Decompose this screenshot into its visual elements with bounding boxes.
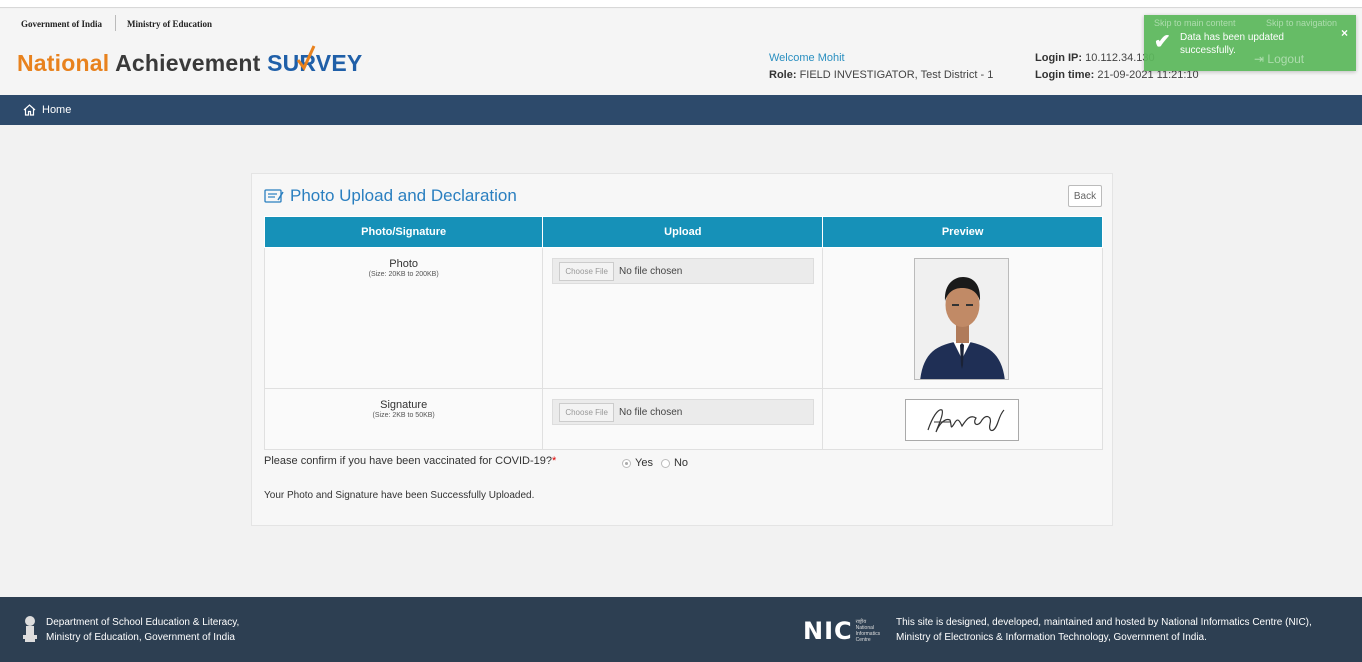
panel-title: Photo Upload and Declaration bbox=[264, 186, 517, 206]
nav-home[interactable]: Home bbox=[23, 104, 71, 116]
photo-label: Photo bbox=[389, 258, 419, 270]
photo-file-input[interactable]: Choose File No file chosen bbox=[552, 258, 815, 284]
nas-logo[interactable]: National Achievement SURVEY bbox=[17, 45, 362, 77]
back-button[interactable]: Back bbox=[1068, 185, 1102, 207]
national-emblem-icon bbox=[23, 616, 37, 642]
form-icon bbox=[264, 189, 284, 203]
upload-table: Photo/Signature Upload Preview Photo (Si… bbox=[263, 216, 1103, 450]
signature-label: Signature bbox=[380, 399, 428, 411]
skip-main-link[interactable]: Skip to main content bbox=[1154, 18, 1236, 28]
covid-yes-radio[interactable] bbox=[622, 458, 631, 468]
covid-question: Please confirm if you have been vaccinat… bbox=[264, 455, 556, 467]
required-marker: * bbox=[551, 455, 557, 467]
table-row-signature: Signature (Size: 2KB to 50KB) Choose Fil… bbox=[263, 388, 1103, 450]
signature-preview-cell bbox=[822, 388, 1103, 450]
column-header: Photo/Signature bbox=[263, 216, 544, 248]
person-photo-icon bbox=[915, 259, 1009, 379]
photo-choose-file-button[interactable]: Choose File bbox=[559, 261, 614, 281]
photo-upload-cell: Choose File No file chosen bbox=[542, 247, 824, 389]
close-icon[interactable]: × bbox=[1341, 26, 1348, 40]
nav-home-label: Home bbox=[42, 104, 72, 116]
signature-upload-cell: Choose File No file chosen bbox=[542, 388, 824, 450]
success-toast[interactable]: Skip to main content Skip to navigation … bbox=[1144, 15, 1356, 71]
footer-right-line1: This site is designed, developed, mainta… bbox=[896, 617, 1312, 628]
photo-preview-cell bbox=[822, 247, 1103, 389]
welcome-text: Welcome Mohit bbox=[769, 52, 845, 64]
login-ip-label: Login IP: bbox=[1035, 52, 1083, 64]
signature-choose-file-button[interactable]: Choose File bbox=[559, 402, 614, 422]
login-time-label: Login time: bbox=[1035, 69, 1095, 81]
gov-bar-divider bbox=[115, 15, 116, 31]
table-row-photo: Photo (Size: 20KB to 200KB) Choose File … bbox=[263, 247, 1103, 389]
covid-no-radio[interactable] bbox=[660, 458, 670, 468]
footer-department: Department of School Education & Literac… bbox=[46, 615, 239, 645]
signature-image bbox=[927, 409, 1005, 433]
skip-nav-link[interactable]: Skip to navigation bbox=[1266, 18, 1337, 28]
logo-national: National bbox=[17, 50, 110, 76]
nic-logo-text: NIC bbox=[803, 617, 853, 645]
user-role: Role: FIELD INVESTIGATOR, Test District … bbox=[769, 69, 993, 81]
column-header: Upload bbox=[542, 216, 824, 248]
site-footer: Department of School Education & Literac… bbox=[0, 597, 1362, 662]
top-strip bbox=[0, 0, 1362, 8]
logout-label: Logout bbox=[1267, 52, 1305, 66]
photo-label-cell: Photo (Size: 20KB to 200KB) bbox=[263, 247, 544, 389]
home-icon bbox=[23, 104, 36, 116]
photo-size-hint: (Size: 20KB to 200KB) bbox=[368, 271, 439, 278]
photo-upload-panel: Photo Upload and Declaration Back Photo/… bbox=[251, 173, 1113, 526]
footer-nic-credit: This site is designed, developed, mainta… bbox=[896, 615, 1312, 645]
photo-file-status: No file chosen bbox=[619, 265, 683, 277]
table-header-row: Photo/Signature Upload Preview bbox=[263, 216, 1103, 248]
nic-logo[interactable]: NIC राष्ट्रीय National Informatics Centr… bbox=[803, 617, 882, 645]
signature-size-hint: (Size: 2KB to 50KB) bbox=[372, 412, 435, 419]
login-ip: Login IP: 10.112.34.130 bbox=[1035, 52, 1155, 64]
covid-yes-label[interactable]: Yes bbox=[635, 457, 653, 469]
logout-button[interactable]: ⇥ Logout bbox=[1254, 52, 1304, 66]
column-header: Preview bbox=[822, 216, 1103, 248]
footer-right-line2: Ministry of Electronics & Information Te… bbox=[896, 632, 1207, 643]
signature-file-input[interactable]: Choose File No file chosen bbox=[552, 399, 815, 425]
covid-no-label[interactable]: No bbox=[674, 457, 688, 469]
main-navbar: Home bbox=[0, 95, 1362, 125]
check-icon: ✔ bbox=[1154, 31, 1171, 53]
gov-india-link[interactable]: Government of India bbox=[21, 19, 102, 29]
footer-left-line2: Ministry of Education, Government of Ind… bbox=[46, 632, 235, 643]
logo-tick-icon bbox=[296, 45, 316, 71]
role-label: Role: bbox=[769, 69, 797, 81]
covid-question-text: Please confirm if you have been vaccinat… bbox=[264, 455, 552, 467]
photo-preview bbox=[914, 258, 1010, 380]
upload-success-message: Your Photo and Signature have been Succe… bbox=[264, 490, 535, 501]
role-value: FIELD INVESTIGATOR, Test District - 1 bbox=[799, 69, 994, 81]
signature-file-status: No file chosen bbox=[619, 406, 683, 418]
signature-label-cell: Signature (Size: 2KB to 50KB) bbox=[263, 388, 544, 450]
nic-logo-subtext: राष्ट्रीय National Informatics Centre bbox=[855, 619, 881, 643]
ministry-link[interactable]: Ministry of Education bbox=[127, 19, 212, 29]
logo-achievement: Achievement bbox=[115, 50, 261, 76]
signature-preview bbox=[905, 399, 1020, 441]
panel-title-text: Photo Upload and Declaration bbox=[290, 186, 517, 205]
footer-left-line1: Department of School Education & Literac… bbox=[46, 617, 240, 628]
covid-radio-group: Yes No bbox=[622, 457, 688, 469]
